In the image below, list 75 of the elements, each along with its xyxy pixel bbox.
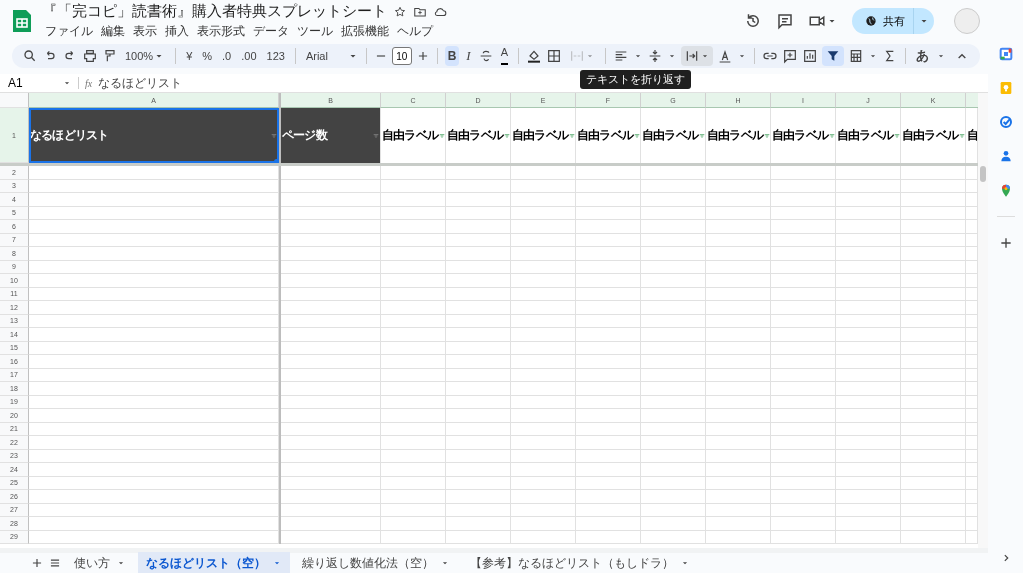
share-button[interactable]: 共有 xyxy=(852,8,934,34)
italic-button[interactable]: I xyxy=(463,46,474,66)
menu-item[interactable]: 表示 xyxy=(130,23,160,40)
table-cell[interactable]: 自由ラベル xyxy=(381,108,446,163)
table-cell[interactable]: なるほどリスト xyxy=(29,108,279,163)
cell-text: 自由ラベル xyxy=(512,127,568,144)
table-cell[interactable]: ページ数 xyxy=(281,108,381,163)
scrollbar-thumb[interactable] xyxy=(980,166,986,182)
name-box[interactable]: A1 xyxy=(8,76,72,90)
menu-item[interactable]: ツール xyxy=(294,23,336,40)
check-circle-icon[interactable] xyxy=(997,114,1014,130)
menu-item[interactable]: 編集 xyxy=(98,23,128,40)
menu-item[interactable]: 拡張機能 xyxy=(338,23,392,40)
zoom-dropdown[interactable]: 100% xyxy=(122,46,169,66)
paint-roller-icon[interactable] xyxy=(102,48,118,64)
sheet-tab[interactable]: なるほどリスト（空） xyxy=(138,552,290,573)
sheet-tab[interactable]: 繰り返し数値化法（空） xyxy=(294,552,458,573)
number-format-button[interactable]: 123 xyxy=(263,46,288,66)
table-cell[interactable]: 自由ラベル xyxy=(771,108,836,163)
cell-text: 自由ラベル xyxy=(772,127,828,144)
history-icon[interactable] xyxy=(744,12,762,30)
cell-text: 自由ラベル xyxy=(837,127,893,144)
increase-decimals-button[interactable]: .00 xyxy=(238,46,260,66)
font-dropdown[interactable]: Arial xyxy=(302,46,343,66)
chart-icon[interactable] xyxy=(802,48,819,64)
table-cell[interactable]: 自由ラベル xyxy=(511,108,576,163)
comment-icon[interactable] xyxy=(776,12,794,30)
table-cell[interactable]: 自由ラベル xyxy=(641,108,706,163)
table-cell[interactable]: 自由ラベル xyxy=(901,108,966,163)
menu-item[interactable]: データ xyxy=(250,23,292,40)
add-sheet-icon[interactable] xyxy=(30,556,44,570)
star-icon[interactable] xyxy=(393,4,407,19)
cell-text: 自由ラベル xyxy=(902,127,958,144)
share-label: 共有 xyxy=(883,13,905,29)
percent-button[interactable]: % xyxy=(199,46,216,66)
text-color-button[interactable]: A xyxy=(497,46,512,66)
document-title[interactable]: 『「完コピ」読書術』購入者特典スプレットシート xyxy=(42,2,387,21)
menu-item[interactable]: ヘルプ xyxy=(394,23,436,40)
cell-text: 自由ラベル xyxy=(577,127,633,144)
decrease-decimals-button[interactable]: .0 xyxy=(219,46,235,66)
menu-item[interactable]: ファイル xyxy=(42,23,96,40)
table-cell[interactable]: 自由ラベル xyxy=(836,108,901,163)
table-cell[interactable]: 自由ラベル xyxy=(576,108,641,163)
text-wrap-icon[interactable] xyxy=(681,46,714,66)
fill-color-icon[interactable] xyxy=(526,48,543,64)
table-cell[interactable]: 自 xyxy=(966,108,978,163)
fx-label: fx xyxy=(85,77,93,89)
sheet-tab[interactable]: 使い方 xyxy=(66,552,134,573)
table-cell[interactable]: 自由ラベル xyxy=(706,108,771,163)
add-comment-icon[interactable] xyxy=(782,48,799,64)
cell-text: なるほどリスト xyxy=(30,127,109,144)
borders-icon[interactable] xyxy=(546,48,563,64)
bold-button[interactable]: B xyxy=(444,46,460,66)
menu-item[interactable]: 表示形式 xyxy=(194,23,248,40)
table-cell[interactable]: 自由ラベル xyxy=(446,108,511,163)
cell-text: 自由ラベル xyxy=(382,127,438,144)
sheets-logo-icon[interactable] xyxy=(10,9,34,33)
currency-button[interactable]: ¥ xyxy=(183,46,196,66)
globe-icon xyxy=(864,14,878,28)
cell-text: 自由ラベル xyxy=(447,127,503,144)
filter-icon[interactable] xyxy=(822,46,845,66)
menu-item[interactable]: 挿入 xyxy=(162,23,192,40)
print-icon[interactable] xyxy=(82,48,98,64)
font-size-field[interactable]: 10 xyxy=(391,47,412,65)
cell-text: 自由ラベル xyxy=(642,127,698,144)
cell-text: ページ数 xyxy=(282,127,327,144)
cell-text: 自 xyxy=(967,127,977,144)
calendar-icon[interactable] xyxy=(997,46,1014,62)
input-tools-button[interactable]: あ xyxy=(913,46,933,66)
tooltip: テキストを折り返す xyxy=(580,70,691,89)
search-icon[interactable] xyxy=(22,48,38,64)
sheet-list-icon[interactable] xyxy=(48,556,62,570)
sheet-tab[interactable]: 【参考】なるほどリスト（もしドラ） xyxy=(462,552,698,573)
cell-text: 自由ラベル xyxy=(707,127,763,144)
formula-field[interactable]: なるほどリスト xyxy=(98,74,183,92)
